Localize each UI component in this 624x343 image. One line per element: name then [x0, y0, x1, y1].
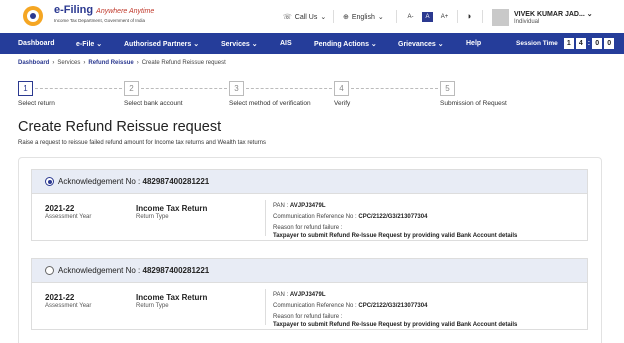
communication-ref: Communication Reference No : CPC/2122/G3…: [273, 214, 428, 220]
nav-help[interactable]: Help: [466, 40, 481, 47]
step-5: 5: [440, 81, 455, 96]
nav-efile[interactable]: e-File ⌄: [76, 40, 102, 48]
reason-label: Reason for refund failure :: [273, 225, 343, 231]
user-role: Individual: [514, 19, 540, 25]
step-1: 1: [18, 81, 33, 96]
divider: [333, 10, 334, 23]
font-decrease-button[interactable]: A-: [405, 12, 416, 22]
brand[interactable]: e-Filing Anywhere Anytime Income Tax Dep…: [54, 4, 154, 24]
session-time-label: Session Time: [516, 40, 558, 47]
reason: Taxpayer to submit Refund Re-Issue Reque…: [273, 233, 518, 239]
return-type: Income Tax Return: [136, 293, 208, 302]
chevron-down-icon: ⌄: [193, 41, 200, 48]
contrast-icon[interactable]: ◑: [466, 11, 471, 21]
return-card[interactable]: Acknowledgement No : 482987400281221 202…: [31, 169, 588, 241]
step-label-verification: Select method of verification: [229, 100, 311, 107]
brand-tagline: Anywhere Anytime: [96, 8, 155, 15]
assessment-year-label: Assessment Year: [45, 214, 92, 220]
phone-icon: ☏: [283, 14, 292, 21]
step-label-verify: Verify: [334, 100, 351, 107]
divider: [396, 10, 397, 23]
return-type: Income Tax Return: [136, 204, 208, 213]
brand-title: e-Filing: [54, 4, 94, 16]
font-normal-button[interactable]: A: [422, 12, 433, 22]
divider: [265, 200, 266, 236]
step-connector: [141, 88, 227, 89]
acknowledgement-no: Acknowledgement No : 482987400281221: [58, 266, 210, 275]
chevron-down-icon: ⌄: [586, 11, 593, 18]
time-digit: 0: [604, 38, 615, 49]
chevron-down-icon: ⌄: [251, 41, 258, 48]
nav-authorised-partners[interactable]: Authorised Partners ⌄: [124, 40, 199, 48]
reason-label: Reason for refund failure :: [273, 314, 343, 320]
chevron-down-icon: ⌄: [370, 41, 377, 48]
divider: [265, 289, 266, 325]
assessment-year: 2021-22: [45, 293, 75, 302]
time-colon: :: [587, 40, 591, 47]
step-label-submission: Submission of Request: [440, 100, 507, 107]
select-radio[interactable]: [45, 177, 54, 186]
return-type-label: Return Type: [136, 214, 169, 220]
breadcrumb-services[interactable]: Services: [57, 60, 80, 66]
step-2: 2: [124, 81, 139, 96]
chevron-down-icon: ⌄: [320, 14, 327, 21]
call-us-label: Call Us: [294, 13, 318, 21]
globe-icon: ⊕: [343, 14, 349, 21]
acknowledgement-no: Acknowledgement No : 482987400281221: [58, 177, 210, 186]
page-description: Raise a request to reissue failed refund…: [18, 140, 267, 146]
return-card[interactable]: Acknowledgement No : 482987400281221 202…: [31, 258, 588, 330]
select-radio[interactable]: [45, 266, 54, 275]
chevron-down-icon: ⌄: [96, 41, 103, 48]
divider: [457, 10, 458, 23]
emblem-logo-icon[interactable]: [22, 5, 44, 27]
step-4: 4: [334, 81, 349, 96]
return-type-label: Return Type: [136, 303, 169, 309]
chevron-down-icon: ⌄: [437, 41, 444, 48]
nav-dashboard[interactable]: Dashboard: [18, 40, 55, 47]
nav-ais[interactable]: AIS: [280, 40, 292, 47]
time-digit: 1: [563, 38, 574, 49]
breadcrumb: Dashboard › Services › Refund Reissue › Cre…: [18, 60, 226, 66]
communication-ref: Communication Reference No : CPC/2122/G3…: [273, 303, 428, 309]
step-connector: [35, 88, 122, 89]
assessment-year-label: Assessment Year: [45, 303, 92, 309]
language-label: English: [351, 13, 375, 21]
step-connector: [246, 88, 332, 89]
time-digit: 4: [575, 38, 586, 49]
call-us-menu[interactable]: ☏ Call Us ⌄: [283, 13, 327, 22]
top-header: e-Filing Anywhere Anytime Income Tax Dep…: [0, 0, 624, 33]
divider: [482, 10, 483, 23]
main-nav: Dashboard e-File ⌄ Authorised Partners ⌄…: [0, 33, 624, 54]
step-label-select-bank: Select bank account: [124, 100, 183, 107]
pan: PAN : AVJPJ3479L: [273, 292, 326, 298]
avatar[interactable]: [492, 9, 509, 26]
chevron-down-icon: ⌄: [377, 14, 384, 21]
nav-pending-actions[interactable]: Pending Actions ⌄: [314, 40, 377, 48]
card-header: Acknowledgement No : 482987400281221: [32, 259, 587, 283]
breadcrumb-refund-reissue[interactable]: Refund Reissue: [88, 60, 133, 66]
language-menu[interactable]: ⊕ English ⌄: [343, 13, 384, 22]
nav-grievances[interactable]: Grievances ⌄: [398, 40, 444, 48]
font-increase-button[interactable]: A+: [439, 12, 450, 22]
breadcrumb-dashboard[interactable]: Dashboard: [18, 60, 49, 66]
reason: Taxpayer to submit Refund Re-Issue Reque…: [273, 322, 518, 328]
pan: PAN : AVJPJ3479L: [273, 203, 326, 209]
user-name[interactable]: VIVEK KUMAR JAD... ⌄: [514, 10, 593, 18]
nav-services[interactable]: Services ⌄: [221, 40, 258, 48]
session-timer: Session Time 1 4 : 0 0: [516, 38, 615, 49]
breadcrumb-current: Create Refund Reissue request: [141, 60, 226, 66]
step-label-select-return: Select return: [18, 100, 55, 107]
assessment-year: 2021-22: [45, 204, 75, 213]
time-digit: 0: [592, 38, 603, 49]
brand-subtitle: Income Tax Department, Government of Ind…: [54, 18, 145, 23]
card-header: Acknowledgement No : 482987400281221: [32, 170, 587, 194]
step-connector: [351, 88, 438, 89]
page-title: Create Refund Reissue request: [18, 119, 222, 135]
step-3: 3: [229, 81, 244, 96]
